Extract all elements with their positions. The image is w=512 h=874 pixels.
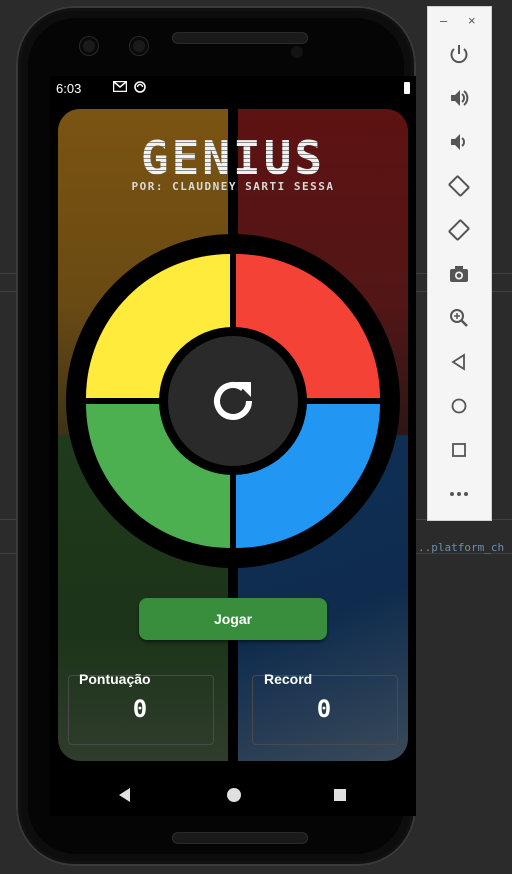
score-value: 0 (132, 695, 148, 723)
more-icon[interactable] (448, 483, 470, 505)
refresh-icon (214, 382, 252, 420)
front-sensor (80, 37, 98, 55)
rotate-right-icon[interactable] (448, 219, 470, 241)
record-value: 0 (316, 695, 332, 723)
minimize-button[interactable]: – (440, 13, 447, 28)
zoom-icon[interactable] (448, 307, 470, 329)
overview-icon[interactable] (448, 439, 470, 461)
back-icon[interactable] (114, 784, 136, 806)
home-icon[interactable] (448, 395, 470, 417)
app-title: GENIUS (58, 131, 408, 185)
power-icon[interactable] (448, 43, 470, 65)
phone-screen: 6:03 GENIUS POR: CLAUDNEY SARTI SESSA Jo… (50, 76, 416, 816)
status-time: 6:03 (56, 81, 82, 96)
back-icon[interactable] (448, 351, 470, 373)
recents-icon[interactable] (329, 784, 351, 806)
volume-up-icon[interactable] (448, 87, 470, 109)
battery-icon (404, 82, 410, 94)
score-label: Pontuação (79, 671, 151, 687)
genius-app: GENIUS POR: CLAUDNEY SARTI SESSA Jogar P… (58, 109, 408, 761)
top-speaker (172, 32, 308, 44)
volume-down-icon[interactable] (448, 131, 470, 153)
home-icon[interactable] (223, 784, 245, 806)
sync-icon (134, 81, 146, 96)
genius-board (66, 234, 400, 568)
gmail-icon (112, 80, 128, 95)
phone-frame: 6:03 GENIUS POR: CLAUDNEY SARTI SESSA Jo… (16, 6, 416, 866)
ide-code-fragment: ..platform_ch (418, 541, 505, 554)
rotate-left-icon[interactable] (448, 175, 470, 197)
close-button[interactable]: × (468, 13, 476, 28)
play-button[interactable]: Jogar (139, 598, 327, 640)
nav-bar (50, 774, 416, 816)
camera-icon[interactable] (448, 263, 470, 285)
app-subtitle: POR: CLAUDNEY SARTI SESSA (131, 180, 335, 193)
emulator-panel: – × (427, 6, 492, 521)
record-label: Record (264, 671, 313, 687)
bottom-speaker (172, 832, 308, 844)
status-bar: 6:03 (50, 76, 416, 100)
restart-button[interactable] (168, 336, 298, 466)
proximity-sensor (291, 46, 303, 58)
front-camera (130, 37, 148, 55)
